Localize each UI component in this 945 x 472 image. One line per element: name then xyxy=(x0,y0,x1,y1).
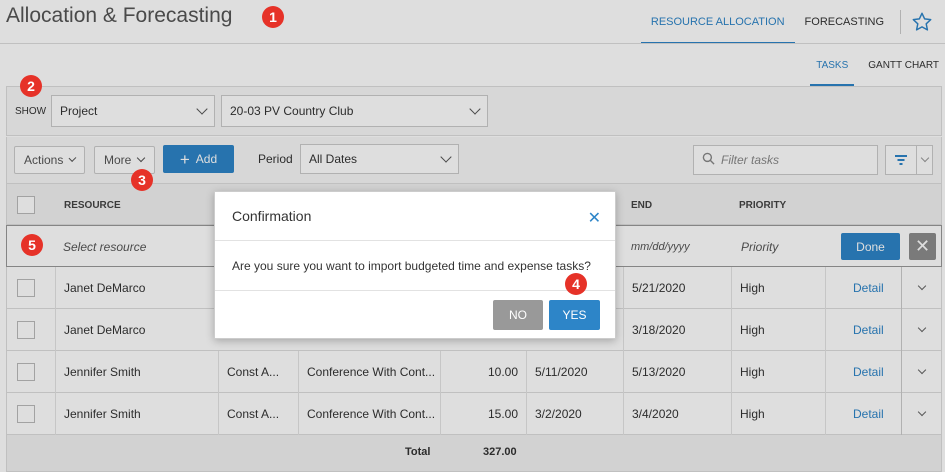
callout-badge: 1 xyxy=(262,6,284,28)
callout-badge: 4 xyxy=(565,273,587,295)
yes-button[interactable]: YES xyxy=(549,300,600,330)
page: Allocation & Forecasting RESOURCE ALLOCA… xyxy=(0,0,945,472)
callout-badge: 2 xyxy=(20,75,42,97)
confirmation-dialog: Confirmation ✕ Are you sure you want to … xyxy=(214,191,616,339)
dialog-message: Are you sure you want to import budgeted… xyxy=(232,259,591,273)
divider xyxy=(215,290,615,291)
callout-badge: 5 xyxy=(21,234,43,256)
no-button[interactable]: NO xyxy=(493,300,543,330)
divider xyxy=(215,240,615,241)
callout-badge: 3 xyxy=(131,169,153,191)
close-icon[interactable]: ✕ xyxy=(588,208,601,228)
dialog-title: Confirmation xyxy=(232,208,312,224)
